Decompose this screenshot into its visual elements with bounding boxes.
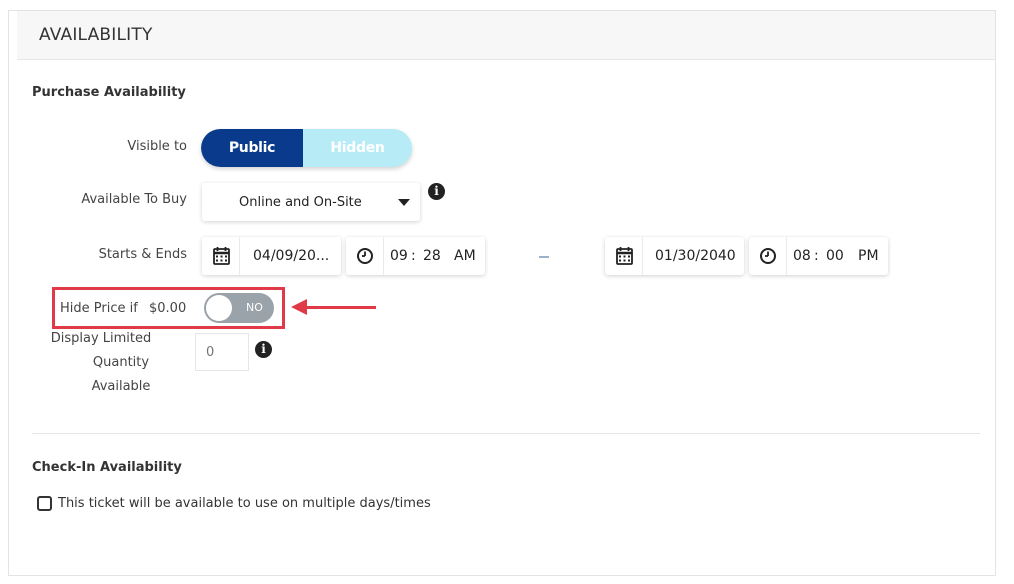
info-icon[interactable]: i xyxy=(428,183,445,200)
public-option-button[interactable]: Public xyxy=(201,129,303,167)
arrow-line xyxy=(306,306,376,309)
panel-title: AVAILABILITY xyxy=(39,25,153,45)
display-limited-label-line1: Display Limited xyxy=(50,331,152,346)
end-date-field[interactable]: 01/30/2040 xyxy=(605,237,744,275)
clock-icon xyxy=(749,237,787,275)
panel-header: AVAILABILITY xyxy=(17,11,995,60)
checkin-availability-heading: Check-In Availability xyxy=(32,460,182,475)
display-limited-quantity-input[interactable] xyxy=(195,333,249,371)
start-ampm[interactable]: AM xyxy=(454,248,476,264)
clock-icon xyxy=(346,237,384,275)
available-to-buy-value: Online and On-Site xyxy=(239,195,362,210)
multiple-days-checkbox[interactable] xyxy=(37,496,52,511)
available-to-buy-label: Available To Buy xyxy=(81,192,187,207)
multiple-days-label[interactable]: This ticket will be available to use on … xyxy=(58,496,431,511)
visible-to-label: Visible to xyxy=(127,139,187,154)
start-date-value: 04/09/20... xyxy=(253,248,330,264)
hide-price-toggle[interactable]: NO xyxy=(204,293,274,323)
starts-ends-label: Starts & Ends xyxy=(98,247,187,262)
visibility-toggle: Public Hidden xyxy=(201,129,412,167)
end-hour[interactable]: 08 xyxy=(793,248,811,264)
hidden-option-button[interactable]: Hidden xyxy=(303,129,412,167)
end-ampm[interactable]: PM xyxy=(858,248,879,264)
display-limited-label-line2: Quantity xyxy=(92,355,150,370)
start-time-field[interactable]: 09 : 28 AM xyxy=(346,237,485,275)
start-hour[interactable]: 09 xyxy=(390,248,408,264)
date-range-dash xyxy=(539,256,549,258)
toggle-knob xyxy=(206,295,232,321)
start-minute[interactable]: 28 xyxy=(423,248,441,264)
hide-price-label: Hide Price if xyxy=(60,301,138,316)
section-divider xyxy=(32,433,980,434)
start-date-field[interactable]: 04/09/20... xyxy=(202,237,341,275)
display-limited-label-line3: Available xyxy=(91,379,151,394)
available-to-buy-select[interactable]: Online and On-Site xyxy=(202,183,420,221)
toggle-state-text: NO xyxy=(246,301,263,314)
purchase-availability-heading: Purchase Availability xyxy=(32,85,186,100)
end-minute[interactable]: 00 xyxy=(826,248,844,264)
end-date-value: 01/30/2040 xyxy=(655,248,736,264)
info-icon[interactable]: i xyxy=(255,341,272,358)
arrow-left-icon xyxy=(291,299,307,315)
calendar-icon xyxy=(605,237,643,275)
time-separator: : xyxy=(411,248,416,264)
hide-price-amount: $0.00 xyxy=(149,301,187,316)
end-time-field[interactable]: 08 : 00 PM xyxy=(749,237,888,275)
calendar-icon xyxy=(202,237,240,275)
time-separator: : xyxy=(814,248,819,264)
chevron-down-icon xyxy=(398,199,410,206)
